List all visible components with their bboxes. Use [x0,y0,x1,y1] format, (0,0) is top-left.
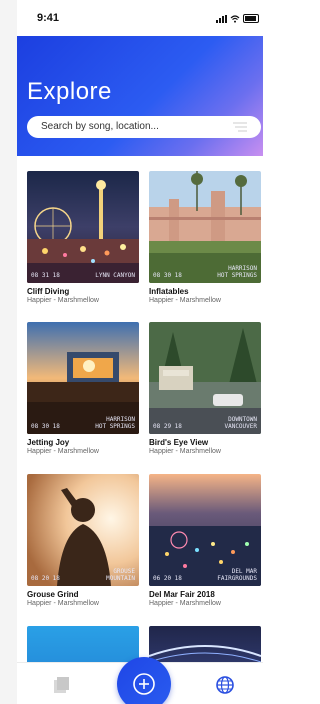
page-title: Explore [27,78,112,105]
photo-date-stamp: 06 20 18 [153,575,182,582]
media-card[interactable]: 06 20 18 DEL MAR FAIRGROUNDS Del Mar Fai… [149,474,261,607]
add-button[interactable] [117,657,171,704]
media-thumbnail[interactable]: 08 30 18 HARRISON HOT SPRINGS [149,171,261,283]
fairground-night-photo [27,171,139,283]
photo-location-stamp: HARRISON HOT SPRINGS [217,265,257,279]
card-subtitle: Happier - Marshmellow [149,600,221,607]
status-icons [216,14,259,23]
filter-icon[interactable] [233,122,247,132]
card-subtitle: Happier - Marshmellow [149,448,221,455]
photo-date-stamp: 08 20 18 [31,575,60,582]
battery-icon [243,14,259,23]
card-subtitle: Happier - Marshmellow [27,448,99,455]
status-bar: 9:41 [17,0,263,36]
photo-location-stamp: DOWNTOWN VANCOUVER [224,416,257,430]
tab-bar [17,657,263,704]
search-bar[interactable]: Search by song, location... [27,116,261,138]
card-title: Del Mar Fair 2018 [149,590,215,599]
add-icon [133,673,155,695]
media-thumbnail[interactable]: 06 20 18 DEL MAR FAIRGROUNDS [149,474,261,586]
media-card[interactable]: 08 20 18 GROUSE MOUNTAIN Grouse Grind Ha… [27,474,139,607]
media-thumbnail[interactable]: 08 29 18 DOWNTOWN VANCOUVER [149,322,261,434]
media-grid: 08 31 18 LYNN CANYON Cliff Diving Happie… [17,156,263,662]
card-subtitle: Happier - Marshmellow [27,297,99,304]
card-title: Jetting Joy [27,438,70,447]
card-title: Cliff Diving [27,287,70,296]
media-card[interactable]: 08 29 18 DOWNTOWN VANCOUVER Bird's Eye V… [149,322,261,455]
photo-location-stamp: DEL MAR FAIRGROUNDS [217,568,257,582]
status-time: 9:41 [37,12,60,24]
photo-date-stamp: 08 31 18 [31,272,60,279]
media-thumbnail[interactable]: 08 20 18 GROUSE MOUNTAIN [27,474,139,586]
card-title: Inflatables [149,287,189,296]
library-icon[interactable] [51,675,71,695]
photo-location-stamp: HARRISON HOT SPRINGS [95,416,135,430]
media-thumbnail[interactable]: 08 30 18 HARRISON HOT SPRINGS [27,322,139,434]
signal-icon [216,15,227,23]
left-edge [0,0,17,704]
photo-date-stamp: 08 29 18 [153,423,182,430]
photo-location-stamp: GROUSE MOUNTAIN [106,568,135,582]
photo-date-stamp: 08 30 18 [31,423,60,430]
media-card[interactable]: 08 30 18 HARRISON HOT SPRINGS Inflatable… [149,171,261,304]
media-thumbnail[interactable]: 08 31 18 LYNN CANYON [27,171,139,283]
card-title: Bird's Eye View [149,438,209,447]
card-subtitle: Happier - Marshmellow [27,600,99,607]
explore-header: Explore Search by song, location... [17,36,263,156]
photo-location-stamp: LYNN CANYON [95,272,135,279]
globe-icon[interactable] [215,675,235,695]
card-subtitle: Happier - Marshmellow [149,297,221,304]
app-frame: 9:41 Explore Search by song, location... [0,0,263,704]
card-title: Grouse Grind [27,590,79,599]
wifi-icon [230,15,240,23]
photo-date-stamp: 08 30 18 [153,272,182,279]
media-card[interactable]: 08 31 18 LYNN CANYON Cliff Diving Happie… [27,171,139,304]
search-input[interactable]: Search by song, location... [41,121,159,132]
media-card[interactable]: 08 30 18 HARRISON HOT SPRINGS Jetting Jo… [27,322,139,455]
